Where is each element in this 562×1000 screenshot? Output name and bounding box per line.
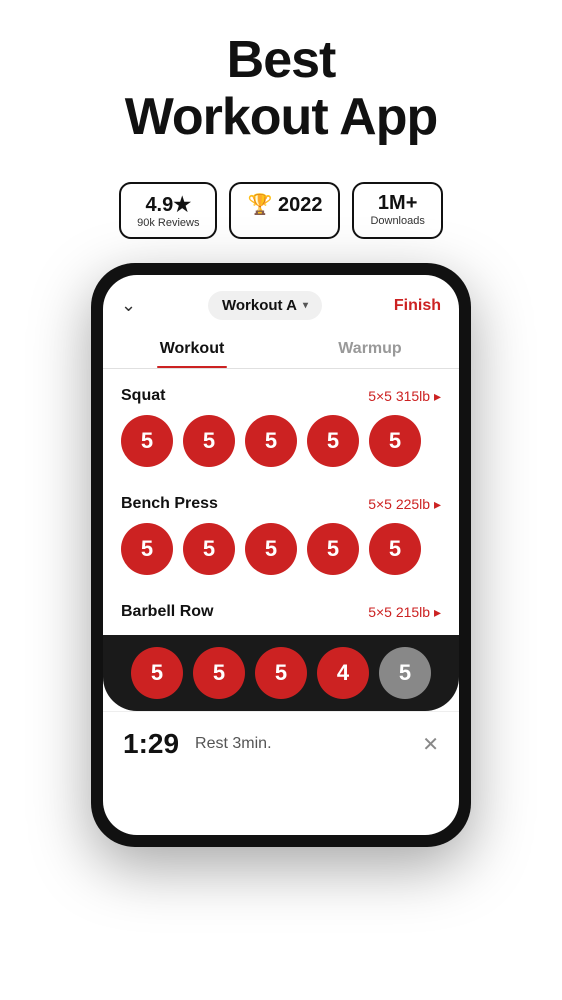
phone-frame: ⌄ Workout A ▾ Finish Workout Warmup xyxy=(91,263,471,847)
squat-set-3[interactable]: 5 xyxy=(245,415,297,467)
squat-sets-row: 5 5 5 5 5 xyxy=(121,415,441,467)
barbell-set-2[interactable]: 5 xyxy=(193,647,245,699)
barbell-set-4[interactable]: 4 xyxy=(317,647,369,699)
squat-set-5[interactable]: 5 xyxy=(369,415,421,467)
rest-timer: 1:29 Rest 3min. ✕ xyxy=(103,711,459,776)
bench-set-5[interactable]: 5 xyxy=(369,523,421,575)
barbell-set-5[interactable]: 5 xyxy=(379,647,431,699)
exercise-squat: Squat 5×5 315lb ▸ 5 5 5 5 5 xyxy=(103,373,459,481)
badges-row: 4.9★ 90k Reviews 🏆 2022 1M+ Downloads xyxy=(119,182,443,239)
rest-close-button[interactable]: ✕ xyxy=(422,732,439,757)
chevron-down-icon: ▾ xyxy=(303,300,308,311)
squat-set-2[interactable]: 5 xyxy=(183,415,235,467)
bottom-sets-bar: 5 5 5 4 5 xyxy=(103,635,459,711)
workout-selector[interactable]: Workout A ▾ xyxy=(208,291,322,320)
downloads-badge: 1M+ Downloads xyxy=(352,182,442,239)
back-chevron-icon[interactable]: ⌄ xyxy=(121,295,136,316)
squat-set-4[interactable]: 5 xyxy=(307,415,359,467)
main-title: Best Workout App xyxy=(20,32,542,146)
rating-badge: 4.9★ 90k Reviews xyxy=(119,182,217,239)
tab-bar: Workout Warmup xyxy=(103,330,459,369)
phone-mockup: ⌄ Workout A ▾ Finish Workout Warmup xyxy=(81,263,481,847)
bench-set-4[interactable]: 5 xyxy=(307,523,359,575)
finish-button[interactable]: Finish xyxy=(394,297,441,315)
bench-set-1[interactable]: 5 xyxy=(121,523,173,575)
page-header: Best Workout App xyxy=(0,0,562,166)
barbell-set-1[interactable]: 5 xyxy=(131,647,183,699)
bench-set-2[interactable]: 5 xyxy=(183,523,235,575)
phone-screen: ⌄ Workout A ▾ Finish Workout Warmup xyxy=(103,275,459,835)
exercise-barbell-row: Barbell Row 5×5 215lb ▸ xyxy=(103,589,459,635)
exercise-bench-press: Bench Press 5×5 225lb ▸ 5 5 5 5 5 xyxy=(103,481,459,589)
bench-sets-row: 5 5 5 5 5 xyxy=(121,523,441,575)
barbell-set-3[interactable]: 5 xyxy=(255,647,307,699)
award-badge: 🏆 2022 xyxy=(229,182,340,239)
tab-workout[interactable]: Workout xyxy=(103,330,281,368)
tab-warmup[interactable]: Warmup xyxy=(281,330,459,368)
squat-set-1[interactable]: 5 xyxy=(121,415,173,467)
bench-set-3[interactable]: 5 xyxy=(245,523,297,575)
app-header: ⌄ Workout A ▾ Finish xyxy=(103,275,459,330)
